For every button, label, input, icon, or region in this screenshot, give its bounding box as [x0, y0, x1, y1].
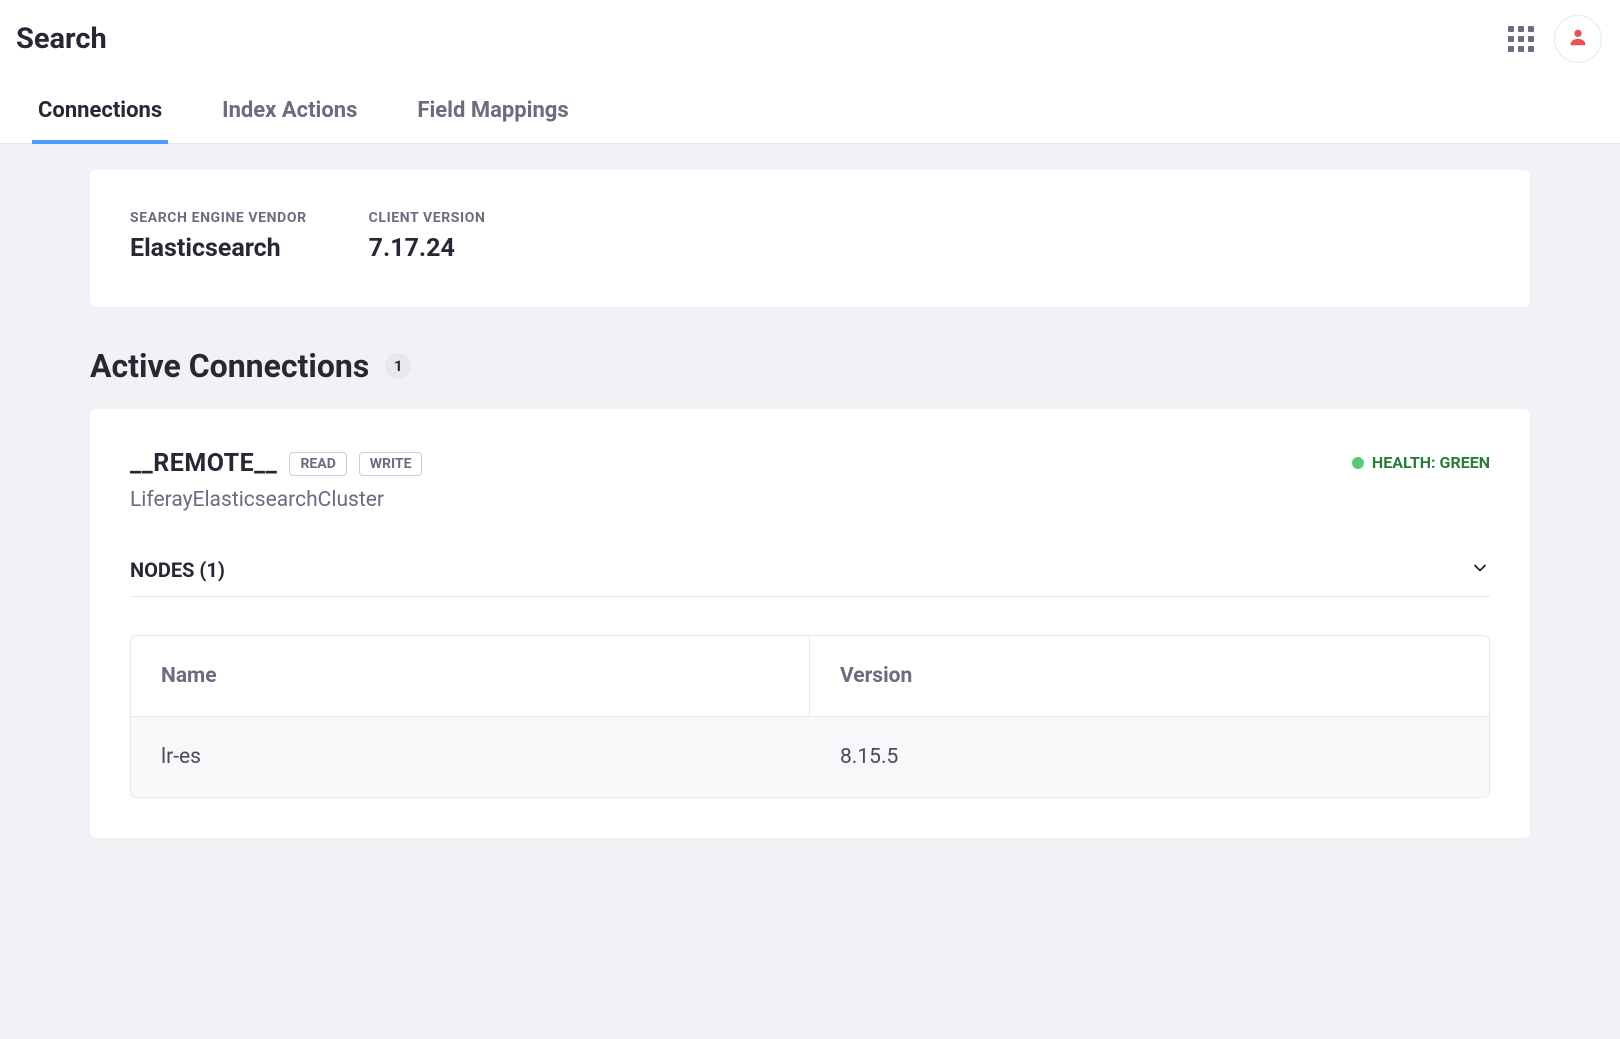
vendor-value: Elasticsearch: [130, 234, 307, 263]
nodes-table: Name Version lr-es 8.15.5: [130, 635, 1490, 798]
app-header: Search: [0, 0, 1620, 78]
connection-title-block: __REMOTE__ READ WRITE LiferayElasticsear…: [130, 449, 422, 512]
nodes-table-header: Name Version: [131, 636, 1489, 717]
vendor-label: SEARCH ENGINE VENDOR: [130, 210, 307, 226]
active-connections-heading: Active Connections 1: [90, 347, 1530, 385]
vendor-block: SEARCH ENGINE VENDOR Elasticsearch: [130, 210, 307, 263]
active-connections-count: 1: [385, 353, 411, 379]
cluster-name: LiferayElasticsearchCluster: [130, 488, 422, 512]
header-actions: [1508, 15, 1602, 63]
health-dot-icon: [1352, 457, 1364, 469]
tab-connections[interactable]: Connections: [32, 78, 168, 143]
client-version-value: 7.17.24: [369, 234, 486, 263]
page-title: Search: [16, 22, 1508, 56]
table-row: lr-es 8.15.5: [131, 717, 1489, 797]
page-body: SEARCH ENGINE VENDOR Elasticsearch CLIEN…: [0, 144, 1620, 878]
tab-field-mappings[interactable]: Field Mappings: [411, 78, 574, 143]
active-connections-title: Active Connections: [90, 347, 369, 385]
nodes-toggle[interactable]: NODES (1): [130, 558, 1490, 597]
connection-card: __REMOTE__ READ WRITE LiferayElasticsear…: [90, 409, 1530, 838]
tab-bar: Connections Index Actions Field Mappings: [0, 78, 1620, 144]
node-version: 8.15.5: [810, 717, 1489, 797]
tab-index-actions[interactable]: Index Actions: [216, 78, 363, 143]
chevron-down-icon: [1470, 558, 1490, 582]
nodes-title: NODES (1): [130, 558, 225, 582]
node-name: lr-es: [131, 717, 810, 797]
connection-title-row: __REMOTE__ READ WRITE: [130, 449, 422, 478]
user-icon: [1567, 26, 1589, 52]
col-name-header: Name: [131, 636, 810, 716]
client-version-block: CLIENT VERSION 7.17.24: [369, 210, 486, 263]
client-version-label: CLIENT VERSION: [369, 210, 486, 226]
write-badge: WRITE: [359, 452, 423, 476]
apps-grid-icon[interactable]: [1508, 26, 1534, 52]
health-label: HEALTH: GREEN: [1372, 453, 1490, 472]
connection-name: __REMOTE__: [130, 449, 277, 478]
health-status: HEALTH: GREEN: [1352, 453, 1490, 472]
read-badge: READ: [289, 452, 346, 476]
engine-info-card: SEARCH ENGINE VENDOR Elasticsearch CLIEN…: [90, 170, 1530, 307]
col-version-header: Version: [810, 636, 1489, 716]
connection-header: __REMOTE__ READ WRITE LiferayElasticsear…: [130, 449, 1490, 512]
user-avatar-button[interactable]: [1554, 15, 1602, 63]
